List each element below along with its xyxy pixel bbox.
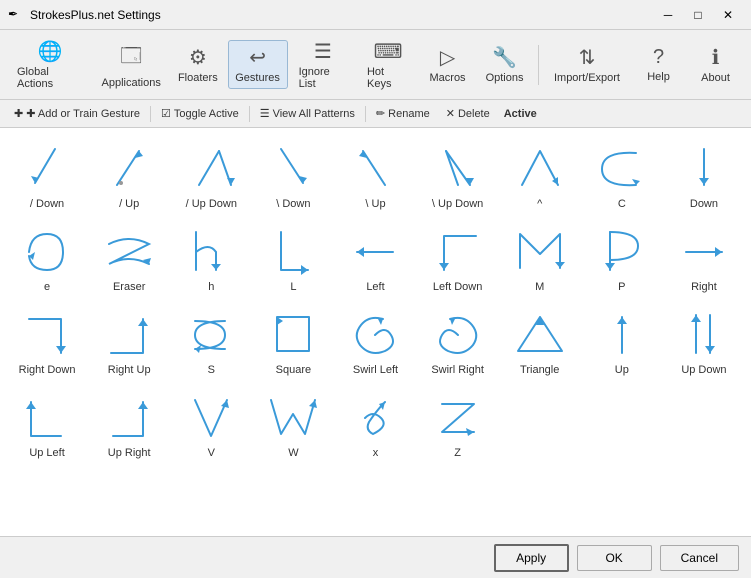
gesture-triangle[interactable]: Triangle	[501, 302, 579, 381]
bottom-bar: Apply OK Cancel	[0, 536, 751, 578]
toolbar-import-export[interactable]: ⇅ Import/Export	[545, 40, 629, 89]
hot-keys-icon: ⌨	[374, 39, 403, 64]
gesture-right[interactable]: Right	[665, 219, 743, 298]
floaters-icon: ⚙	[189, 45, 207, 70]
gesture-swirl-right[interactable]: Swirl Right	[419, 302, 497, 381]
toggle-active-button[interactable]: ☑ Toggle Active	[155, 105, 245, 122]
gesture-s[interactable]: S	[172, 302, 250, 381]
gesture-c[interactable]: C	[583, 136, 661, 215]
about-icon: ℹ	[712, 45, 720, 70]
action-sep-2	[249, 106, 250, 122]
gesture-up-down[interactable]: Up Down	[665, 302, 743, 381]
applications-icon: 🗔	[120, 41, 142, 75]
gesture-slash-up-down[interactable]: / Up Down	[172, 136, 250, 215]
ok-button[interactable]: OK	[577, 545, 652, 571]
gesture-backslash-up[interactable]: \ Up	[336, 136, 414, 215]
cancel-button[interactable]: Cancel	[660, 545, 739, 571]
ignore-list-icon: ☰	[314, 39, 332, 64]
gestures-icon: ↩	[249, 45, 266, 70]
toolbar-gestures[interactable]: ↩ Gestures	[228, 40, 288, 89]
maximize-button[interactable]: □	[683, 4, 713, 26]
add-icon: ✚	[14, 107, 23, 120]
gesture-content-area[interactable]: / Down / Up / Up Down	[0, 128, 751, 536]
toggle-icon: ☑	[161, 107, 171, 120]
gesture-h[interactable]: h	[172, 219, 250, 298]
view-all-patterns-button[interactable]: ☰ View All Patterns	[254, 105, 361, 122]
gesture-down[interactable]: Down	[665, 136, 743, 215]
action-sep-3	[365, 106, 366, 122]
toolbar-hot-keys[interactable]: ⌨ Hot Keys	[358, 34, 418, 95]
title-bar: ✒ StrokesPlus.net Settings ─ □ ✕	[0, 0, 751, 30]
toolbar-separator	[538, 45, 539, 85]
gesture-up-left[interactable]: Up Left	[8, 385, 86, 464]
gesture-e[interactable]: e	[8, 219, 86, 298]
toolbar-right-section: ⇅ Import/Export ? Help ℹ About	[545, 40, 743, 89]
delete-icon: ✕	[446, 107, 455, 120]
toolbar-floaters[interactable]: ⚙ Floaters	[170, 40, 225, 89]
add-train-gesture-button[interactable]: ✚ ✚ Add or Train Gesture	[8, 105, 146, 122]
gesture-left[interactable]: Left	[336, 219, 414, 298]
gesture-w[interactable]: W	[254, 385, 332, 464]
gesture-backslash-up-down[interactable]: \ Up Down	[419, 136, 497, 215]
toolbar-about[interactable]: ℹ About	[688, 40, 743, 89]
gesture-x[interactable]: x	[336, 385, 414, 464]
toolbar-options[interactable]: 🔧 Options	[477, 40, 532, 89]
active-label: Active	[504, 108, 537, 120]
rename-button[interactable]: ✏ Rename	[370, 105, 436, 122]
app-icon: ✒	[8, 7, 24, 23]
gesture-p[interactable]: P	[583, 219, 661, 298]
close-button[interactable]: ✕	[713, 4, 743, 26]
toolbar-applications[interactable]: 🗔 Applications	[94, 36, 168, 94]
toolbar-ignore-list[interactable]: ☰ Ignore List	[290, 34, 356, 95]
window-controls: ─ □ ✕	[653, 4, 743, 26]
toolbar-global-actions[interactable]: 🌐 Global Actions	[8, 34, 92, 95]
toolbar-macros[interactable]: ▷ Macros	[420, 40, 475, 89]
window-title: StrokesPlus.net Settings	[30, 8, 653, 22]
action-sep-1	[150, 106, 151, 122]
minimize-button[interactable]: ─	[653, 4, 683, 26]
gesture-swirl-left[interactable]: Swirl Left	[336, 302, 414, 381]
gesture-eraser[interactable]: Eraser	[90, 219, 168, 298]
options-icon: 🔧	[492, 45, 517, 70]
gesture-right-down[interactable]: Right Down	[8, 302, 86, 381]
gesture-z[interactable]: Z	[419, 385, 497, 464]
macros-icon: ▷	[440, 45, 455, 70]
gesture-slash-up[interactable]: / Up	[90, 136, 168, 215]
gesture-v[interactable]: V	[172, 385, 250, 464]
gesture-up[interactable]: Up	[583, 302, 661, 381]
help-icon: ?	[653, 46, 664, 69]
gesture-m[interactable]: M	[501, 219, 579, 298]
gesture-caret[interactable]: ^	[501, 136, 579, 215]
delete-button[interactable]: ✕ Delete	[440, 105, 496, 122]
gesture-right-up[interactable]: Right Up	[90, 302, 168, 381]
toolbar-help[interactable]: ? Help	[631, 40, 686, 89]
view-icon: ☰	[260, 107, 270, 120]
gesture-square[interactable]: Square	[254, 302, 332, 381]
gesture-slash-down[interactable]: / Down	[8, 136, 86, 215]
gesture-l[interactable]: L	[254, 219, 332, 298]
rename-icon: ✏	[376, 107, 385, 120]
gesture-grid: / Down / Up / Up Down	[8, 136, 743, 464]
apply-button[interactable]: Apply	[494, 544, 569, 572]
action-bar: ✚ ✚ Add or Train Gesture ☑ Toggle Active…	[0, 100, 751, 128]
gesture-backslash-down[interactable]: \ Down	[254, 136, 332, 215]
main-toolbar: 🌐 Global Actions 🗔 Applications ⚙ Floate…	[0, 30, 751, 100]
gesture-up-right[interactable]: Up Right	[90, 385, 168, 464]
global-actions-icon: 🌐	[38, 39, 63, 64]
gesture-left-down[interactable]: Left Down	[419, 219, 497, 298]
import-export-icon: ⇅	[579, 45, 596, 70]
